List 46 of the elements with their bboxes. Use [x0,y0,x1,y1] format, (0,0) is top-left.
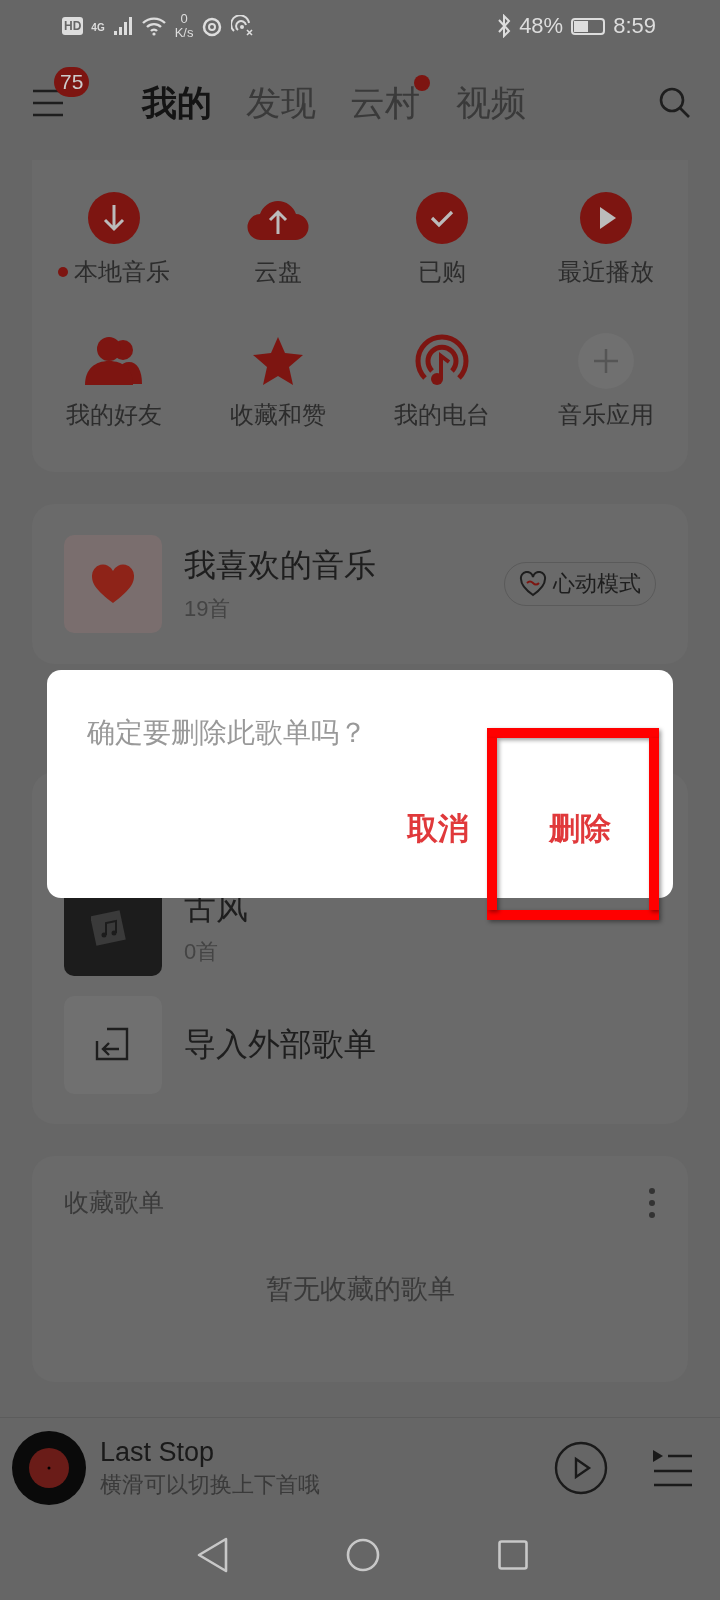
import-playlist-label[interactable]: 导入外部歌单 [184,1023,376,1067]
heart-icon [519,571,547,597]
network-type: 4G [91,22,105,33]
dialog-message: 确定要删除此歌单吗？ [87,716,367,750]
delete-button[interactable]: 删除 [535,802,625,856]
star-icon [251,335,305,387]
speed-unit: K/s [174,26,194,40]
shortcut-label[interactable]: 我的电台 [394,399,490,431]
home-icon[interactable] [346,1538,380,1572]
wifi-icon [140,16,167,36]
friends-icon [85,336,143,386]
check-icon [415,191,469,245]
cancel-button[interactable]: 取消 [393,802,483,856]
heart-icon [91,564,135,604]
nav-tab[interactable]: 我的 [142,79,212,127]
signal-icon [112,16,133,36]
download-icon [87,191,141,245]
play-icon [579,191,633,245]
song-title[interactable]: Last Stop [100,1436,540,1468]
back-icon[interactable] [196,1537,228,1573]
hd-indicator: HD [62,17,84,35]
playlist-title[interactable]: 我喜欢的音乐 [184,544,482,588]
notification-badge: 75 [54,67,90,97]
shortcut-label[interactable]: 我的好友 [66,399,162,431]
shortcut-label[interactable]: 云盘 [254,256,302,288]
speed-value: 0 [180,12,188,26]
shortcut-label[interactable]: 已购 [418,256,466,288]
shortcut-label[interactable]: 最近播放 [558,256,654,288]
bluetooth-icon [497,14,512,38]
shortcut-label[interactable]: 音乐应用 [558,399,654,431]
shortcut-label[interactable]: 收藏和赞 [230,399,326,431]
radio-icon [415,334,469,388]
vinyl-disc-icon[interactable] [12,1431,86,1505]
playlist-queue-icon[interactable] [652,1449,692,1487]
app-notification-icon [201,15,224,37]
more-icon[interactable] [648,1186,656,1219]
shortcut-label[interactable]: 本地音乐 [74,256,170,288]
battery-icon [571,17,606,35]
hotspot-icon [231,15,256,37]
import-tile[interactable] [64,996,162,1094]
clock: 8:59 [613,13,656,39]
battery-percent: 48% [519,13,564,39]
play-button-icon[interactable] [554,1441,608,1495]
search-icon[interactable] [658,86,692,120]
add-icon [578,333,634,389]
recents-icon[interactable] [498,1540,528,1570]
